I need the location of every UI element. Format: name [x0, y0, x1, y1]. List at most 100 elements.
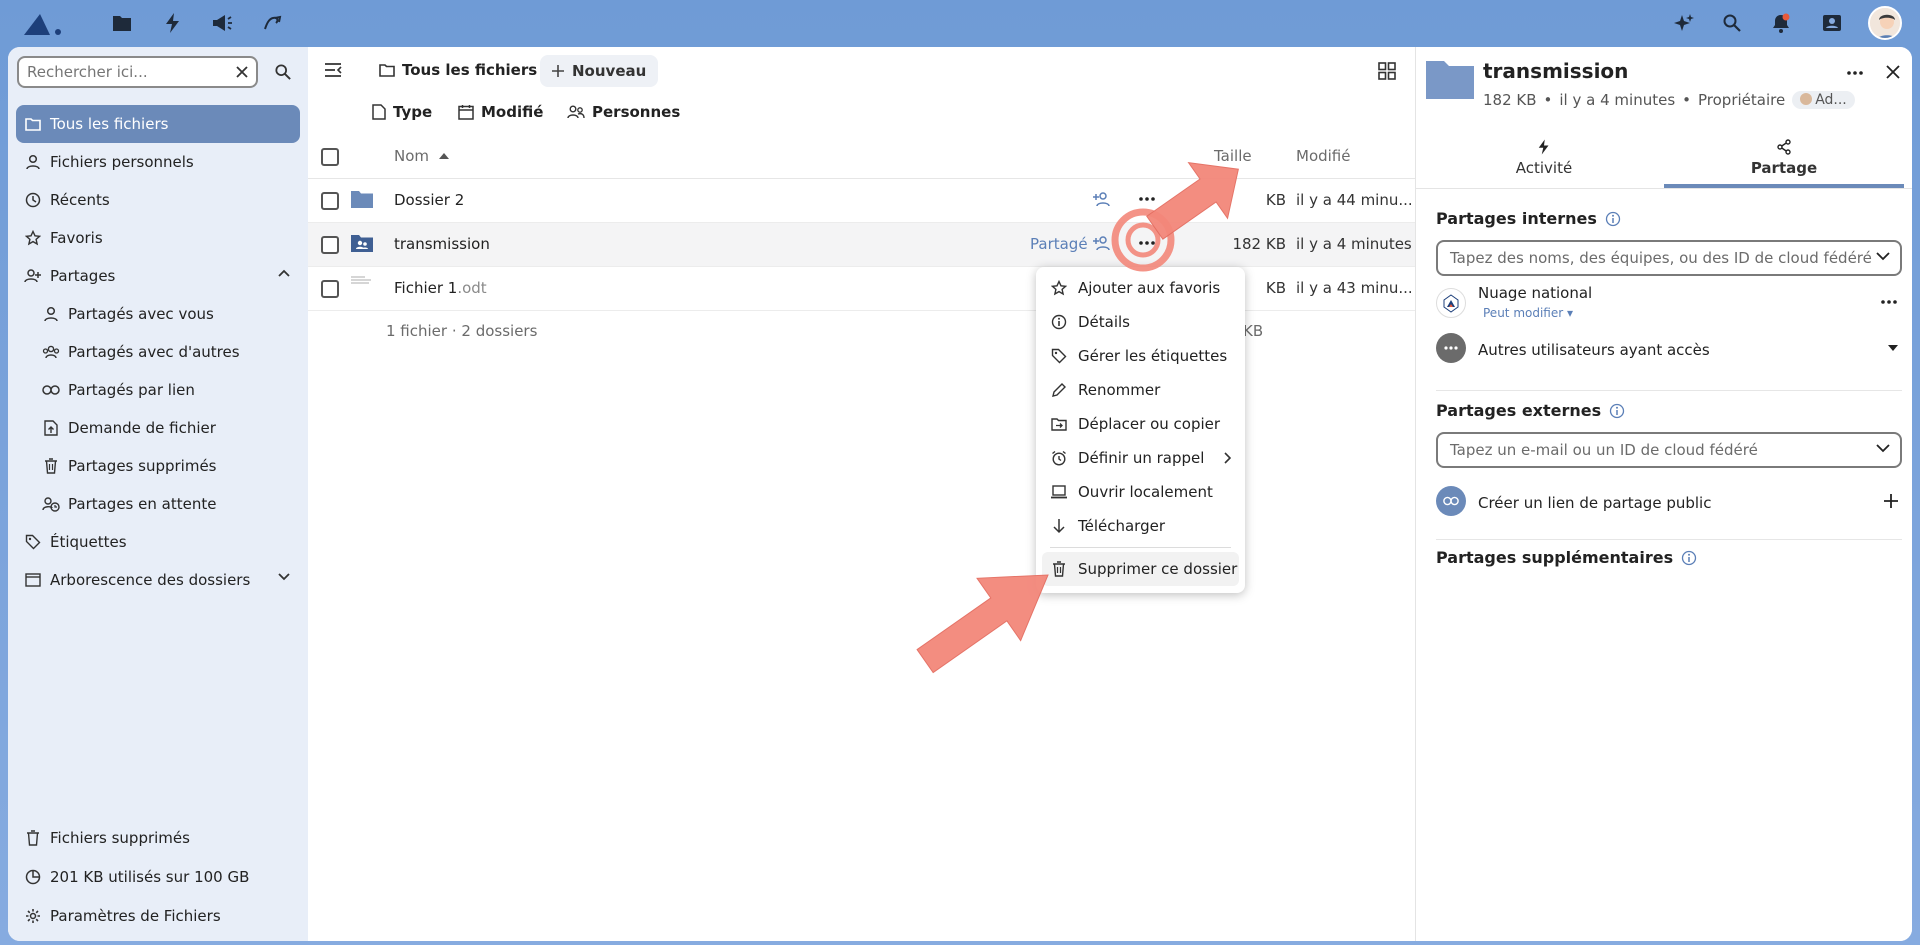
- files-icon[interactable]: [109, 10, 135, 36]
- caret-down-icon[interactable]: [1888, 345, 1898, 351]
- filter-bar: Type Modifié Personnes: [308, 97, 1415, 137]
- menu-add-favorite[interactable]: Ajouter aux favoris: [1036, 271, 1245, 305]
- link-icon: [1436, 486, 1466, 516]
- nav-shared-by-link[interactable]: Partagés par lien: [16, 371, 300, 409]
- row-checkbox[interactable]: [321, 236, 339, 254]
- pending-icon: [42, 495, 60, 513]
- menu-label: Ajouter aux favoris: [1078, 279, 1221, 297]
- column-name[interactable]: Nom: [394, 147, 450, 165]
- chevron-down-icon[interactable]: [278, 573, 290, 581]
- chevron-up-icon[interactable]: [278, 269, 290, 277]
- menu-open-locally[interactable]: Ouvrir localement: [1036, 475, 1245, 509]
- share-user-icon[interactable]: [1092, 235, 1112, 251]
- nav-pending-shares[interactable]: Partages en attente: [16, 485, 300, 523]
- nav-file-request[interactable]: Demande de fichier: [16, 409, 300, 447]
- info-icon[interactable]: [1605, 211, 1621, 227]
- user-avatar[interactable]: [1868, 6, 1902, 40]
- toggle-navigation-button[interactable]: [324, 63, 342, 77]
- nav-shared-with-others[interactable]: Partagés avec d'autres: [16, 333, 300, 371]
- shared-label[interactable]: Partagé: [1030, 235, 1088, 253]
- share-user-icon[interactable]: [1092, 191, 1112, 207]
- filter-type-button[interactable]: Type: [372, 103, 432, 121]
- section-divider: [1436, 539, 1902, 540]
- nav-tags[interactable]: Étiquettes: [16, 523, 300, 561]
- row-checkbox[interactable]: [321, 280, 339, 298]
- search-input[interactable]: [27, 63, 236, 81]
- nav-folder-tree[interactable]: Arborescence des dossiers: [16, 561, 300, 599]
- menu-move-copy[interactable]: Déplacer ou copier: [1036, 407, 1245, 441]
- nav-shares[interactable]: Partages: [16, 257, 300, 295]
- menu-manage-tags[interactable]: Gérer les étiquettes: [1036, 339, 1245, 373]
- info-icon[interactable]: [1681, 550, 1697, 566]
- filter-modified-button[interactable]: Modifié: [458, 103, 543, 121]
- table-row[interactable]: Fichier 1.odt KB il y a 43 minu...: [308, 267, 1415, 311]
- contacts-icon[interactable]: [1819, 10, 1845, 36]
- menu-download[interactable]: Télécharger: [1036, 509, 1245, 543]
- tag-icon: [1050, 347, 1068, 365]
- menu-label: Ouvrir localement: [1078, 483, 1213, 501]
- nav-personal-files[interactable]: Fichiers personnels: [16, 143, 300, 181]
- share-more-icon[interactable]: [1880, 294, 1898, 310]
- filter-people-button[interactable]: Personnes: [567, 103, 680, 121]
- nav-files-settings[interactable]: Paramètres de Fichiers: [16, 896, 300, 935]
- announcements-icon[interactable]: [209, 10, 235, 36]
- nav-shared-with-you[interactable]: Partagés avec vous: [16, 295, 300, 333]
- share-entry-user[interactable]: Nuage national Peut modifier ▾: [1436, 284, 1902, 324]
- owner-chip[interactable]: Ad...: [1792, 91, 1855, 109]
- file-name[interactable]: Dossier 2: [394, 191, 464, 209]
- storage-quota[interactable]: 201 KB utilisés sur 100 GB: [16, 857, 300, 896]
- other-users-access[interactable]: Autres utilisateurs ayant accès: [1436, 329, 1902, 369]
- assistant-icon[interactable]: [1671, 10, 1697, 36]
- nav-deleted-files[interactable]: Fichiers supprimés: [16, 818, 300, 857]
- select-all-checkbox[interactable]: [321, 148, 339, 166]
- create-public-link[interactable]: Créer un lien de partage public: [1436, 482, 1902, 522]
- nav-recent[interactable]: Récents: [16, 181, 300, 219]
- files-toolbar: Tous les fichiers Nouveau: [308, 47, 1415, 97]
- laptop-icon: [1050, 483, 1068, 501]
- nav-favorites[interactable]: Favoris: [16, 219, 300, 257]
- custom-app-icon[interactable]: [260, 10, 286, 36]
- left-navigation: Tous les fichiers Fichiers personnels Ré…: [8, 47, 308, 941]
- grid-view-button[interactable]: [1378, 62, 1396, 80]
- external-share-input[interactable]: Tapez un e-mail ou un ID de cloud fédéré: [1436, 432, 1902, 468]
- notifications-icon[interactable]: [1768, 10, 1794, 36]
- share-permission-select[interactable]: Peut modifier ▾: [1483, 306, 1573, 320]
- search-field[interactable]: [17, 56, 258, 88]
- file-name[interactable]: transmission: [394, 235, 490, 253]
- menu-set-reminder[interactable]: Définir un rappel: [1036, 441, 1245, 475]
- search-icon[interactable]: [1719, 10, 1745, 36]
- more-actions-icon[interactable]: [1138, 235, 1156, 251]
- file-name[interactable]: Fichier 1.odt: [394, 279, 487, 297]
- row-checkbox[interactable]: [321, 192, 339, 210]
- column-size[interactable]: Taille: [1214, 147, 1252, 165]
- search-button[interactable]: [270, 59, 296, 85]
- activity-icon[interactable]: [160, 10, 186, 36]
- internal-share-input[interactable]: Tapez des noms, des équipes, ou des ID d…: [1436, 240, 1902, 276]
- nextcloud-logo-icon[interactable]: [20, 8, 70, 38]
- table-row[interactable]: transmission Partagé 182 KB il y a 4 min…: [308, 223, 1415, 267]
- menu-details[interactable]: Détails: [1036, 305, 1245, 339]
- new-button[interactable]: Nouveau: [540, 55, 659, 87]
- chevron-down-icon: [1876, 444, 1890, 453]
- menu-delete-folder[interactable]: Supprimer ce dossier: [1042, 552, 1239, 586]
- breadcrumb-all-files[interactable]: Tous les fichiers: [379, 61, 537, 79]
- close-icon[interactable]: [1885, 64, 1901, 80]
- top-bar: [0, 0, 1920, 46]
- table-row[interactable]: Dossier 2 KB il y a 44 minu...: [308, 179, 1415, 223]
- column-modified[interactable]: Modifié: [1296, 147, 1351, 165]
- info-icon[interactable]: [1609, 403, 1625, 419]
- folder-move-icon: [1050, 415, 1068, 433]
- more-actions-icon[interactable]: [1138, 191, 1156, 207]
- add-icon[interactable]: [1884, 494, 1898, 508]
- person-icon: [42, 305, 60, 323]
- document-icon: [350, 275, 372, 289]
- tab-activity[interactable]: Activité: [1424, 127, 1664, 189]
- tab-sharing[interactable]: Partage: [1664, 127, 1904, 189]
- menu-rename[interactable]: Renommer: [1036, 373, 1245, 407]
- clear-search-icon[interactable]: [236, 66, 248, 78]
- person-icon: [24, 153, 42, 171]
- nav-all-files[interactable]: Tous les fichiers: [16, 105, 300, 143]
- nav-deleted-shares[interactable]: Partages supprimés: [16, 447, 300, 485]
- details-more-icon[interactable]: [1846, 65, 1864, 81]
- file-size: 182 KB: [1232, 235, 1286, 253]
